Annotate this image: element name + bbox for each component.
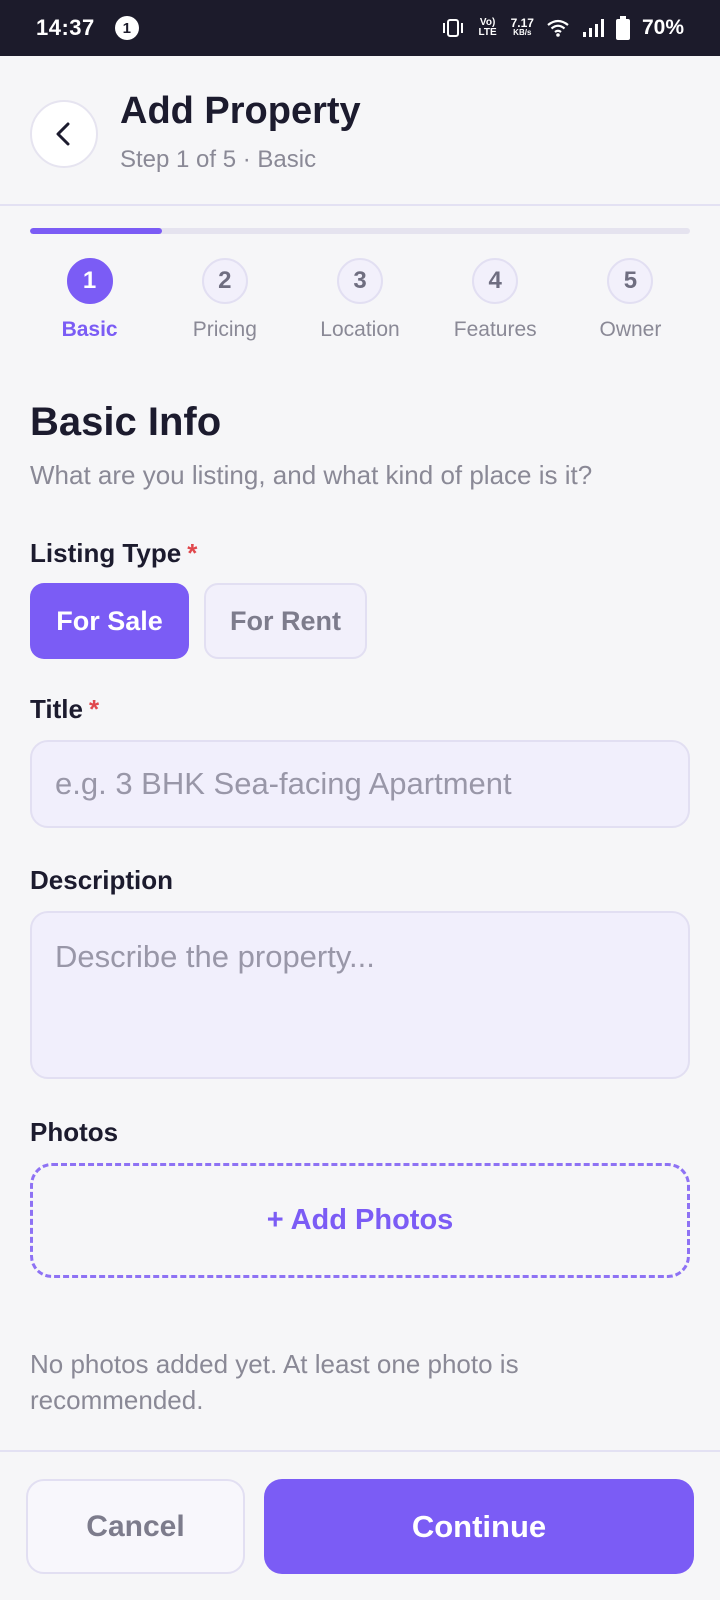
step-number: 4 [472, 258, 519, 304]
battery-percent: 70% [641, 16, 684, 39]
net-speed-value: 7.17 [510, 16, 534, 30]
title-input[interactable] [30, 740, 690, 828]
stepper: 1 Basic 2 Pricing 3 Location 4 Features … [22, 258, 698, 348]
step-owner[interactable]: 5 Owner [563, 258, 698, 348]
step-number: 1 [66, 258, 113, 304]
step-label: Features [453, 318, 537, 341]
step-basic[interactable]: 1 Basic [22, 258, 157, 348]
listing-type-label-text: Listing Type [30, 538, 182, 568]
status-icons: Vo) LTE 7.17 KB/s 70% [441, 16, 684, 40]
for-sale-toggle[interactable]: For Sale [30, 583, 189, 659]
step-location[interactable]: 3 Location [292, 258, 427, 348]
section-description: What are you listing, and what kind of p… [30, 460, 593, 490]
cancel-button[interactable]: Cancel [26, 1479, 245, 1574]
description-input[interactable] [30, 911, 690, 1079]
title-label: Title * [30, 694, 99, 725]
section-title: Basic Info [30, 400, 222, 444]
net-speed-unit: KB/s [513, 28, 532, 37]
page-subtitle: Step 1 of 5 · Basic [120, 146, 317, 173]
notification-badge: 1 [114, 16, 139, 40]
battery-icon [615, 16, 630, 40]
title-label-text: Title [30, 694, 83, 724]
step-label: Pricing [192, 318, 257, 341]
footer-bar: Cancel Continue [0, 1450, 720, 1600]
net-speed: 7.17 KB/s [510, 16, 534, 38]
step-label: Owner [599, 318, 662, 341]
status-bar: 14:37 1 Vo) LTE 7.17 KB/s 70% [0, 0, 720, 56]
step-pricing[interactable]: 2 Pricing [157, 258, 292, 348]
step-features[interactable]: 4 Features [428, 258, 563, 348]
add-photos-button[interactable]: + Add Photos [30, 1163, 690, 1278]
status-time: 14:37 [36, 15, 95, 40]
page-title: Add Property [120, 90, 361, 132]
step-label: Location [320, 318, 400, 341]
step-number: 3 [337, 258, 383, 304]
required-mark: * [88, 694, 100, 724]
photos-label: Photos [30, 1117, 119, 1147]
signal-icon [582, 18, 604, 38]
step-label: Basic [61, 318, 118, 341]
step-number: 5 [607, 258, 654, 304]
app-header: Add Property Step 1 of 5 · Basic [0, 56, 720, 206]
vibrate-icon [441, 18, 465, 38]
progress-fill [30, 228, 162, 234]
continue-button[interactable]: Continue [264, 1479, 694, 1574]
description-label: Description [30, 865, 174, 895]
chevron-left-icon [56, 122, 70, 146]
progress-bar [30, 228, 690, 234]
step-number: 2 [201, 258, 248, 304]
photos-empty-note: No photos added yet. At least one photo … [30, 1349, 519, 1415]
back-button[interactable] [30, 100, 98, 168]
for-rent-toggle[interactable]: For Rent [204, 583, 367, 659]
volte-icon: Vo) LTE [478, 17, 497, 38]
listing-type-label: Listing Type * [30, 538, 197, 569]
required-mark: * [187, 538, 198, 568]
wifi-icon [546, 18, 570, 38]
